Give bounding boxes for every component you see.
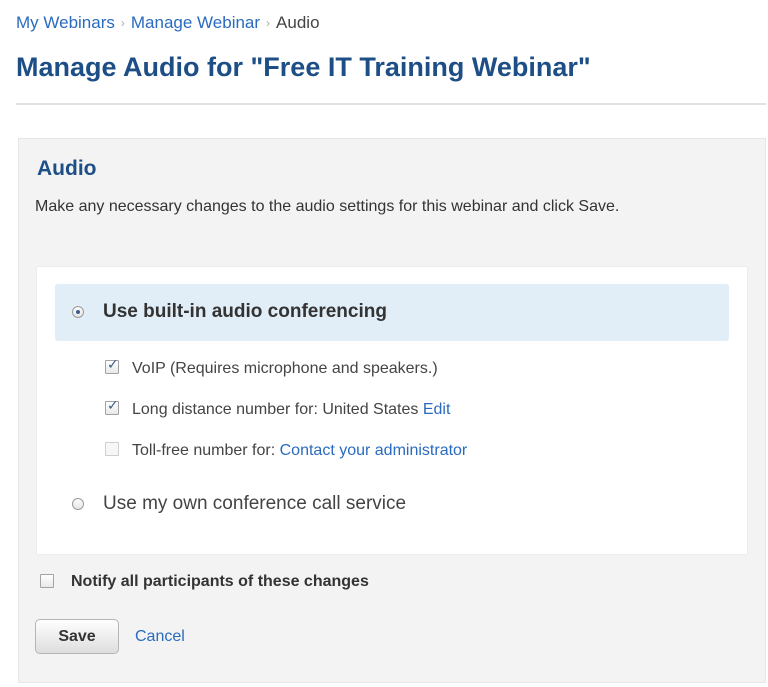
own-service-radio[interactable] (72, 498, 84, 510)
toll-free-row: Toll-free number for: Contact your admin… (132, 442, 467, 460)
page-title: Manage Audio for "Free IT Training Webin… (16, 52, 591, 82)
long-distance-label[interactable]: Long distance number for: United States (132, 401, 418, 418)
save-button[interactable]: Save (35, 619, 119, 654)
audio-panel: Audio Make any necessary changes to the … (18, 138, 766, 683)
breadcrumb-current: Audio (276, 13, 320, 32)
section-title: Audio (37, 157, 97, 180)
long-distance-edit-link[interactable]: Edit (423, 401, 451, 418)
contact-administrator-link[interactable]: Contact your administrator (280, 442, 468, 459)
audio-options-box: Use built-in audio conferencing VoIP (Re… (36, 266, 748, 555)
toll-free-checkbox[interactable] (105, 442, 119, 456)
notify-label[interactable]: Notify all participants of these changes (71, 573, 369, 591)
breadcrumb-separator-icon: › (120, 16, 125, 30)
long-distance-checkbox[interactable] (105, 398, 119, 415)
toll-free-label: Toll-free number for: (132, 442, 276, 459)
voip-label[interactable]: VoIP (Requires microphone and speakers.) (132, 360, 438, 378)
breadcrumb-separator-icon: › (266, 16, 271, 30)
notify-checkbox[interactable] (40, 574, 54, 588)
breadcrumb-manage-webinar[interactable]: Manage Webinar (131, 13, 260, 32)
own-service-label[interactable]: Use my own conference call service (103, 493, 406, 515)
cancel-link[interactable]: Cancel (135, 628, 185, 646)
builtin-audio-row[interactable]: Use built-in audio conferencing (55, 284, 729, 341)
builtin-audio-radio[interactable] (72, 306, 84, 318)
title-divider (16, 103, 766, 105)
voip-checkbox[interactable] (105, 357, 119, 374)
section-description: Make any necessary changes to the audio … (35, 198, 620, 215)
long-distance-row: Long distance number for: United States … (132, 401, 450, 419)
breadcrumb: My Webinars › Manage Webinar › Audio (16, 13, 320, 33)
breadcrumb-my-webinars[interactable]: My Webinars (16, 13, 115, 32)
builtin-audio-label[interactable]: Use built-in audio conferencing (103, 301, 387, 323)
